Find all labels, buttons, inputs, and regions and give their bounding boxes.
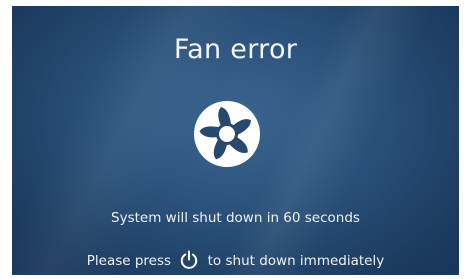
prompt-text-before: Please press (86, 253, 172, 269)
countdown-message: System will shut down in 60 seconds (111, 210, 360, 226)
shutdown-prompt: Please press to shut down immediately (12, 250, 459, 270)
fan-icon (194, 101, 260, 167)
fan-error-screen: Fan error System will shut down in 60 se… (12, 6, 459, 275)
error-title: Fan error (173, 34, 298, 65)
power-icon (181, 250, 198, 269)
prompt-text-after: to shut down immediately (207, 253, 385, 269)
